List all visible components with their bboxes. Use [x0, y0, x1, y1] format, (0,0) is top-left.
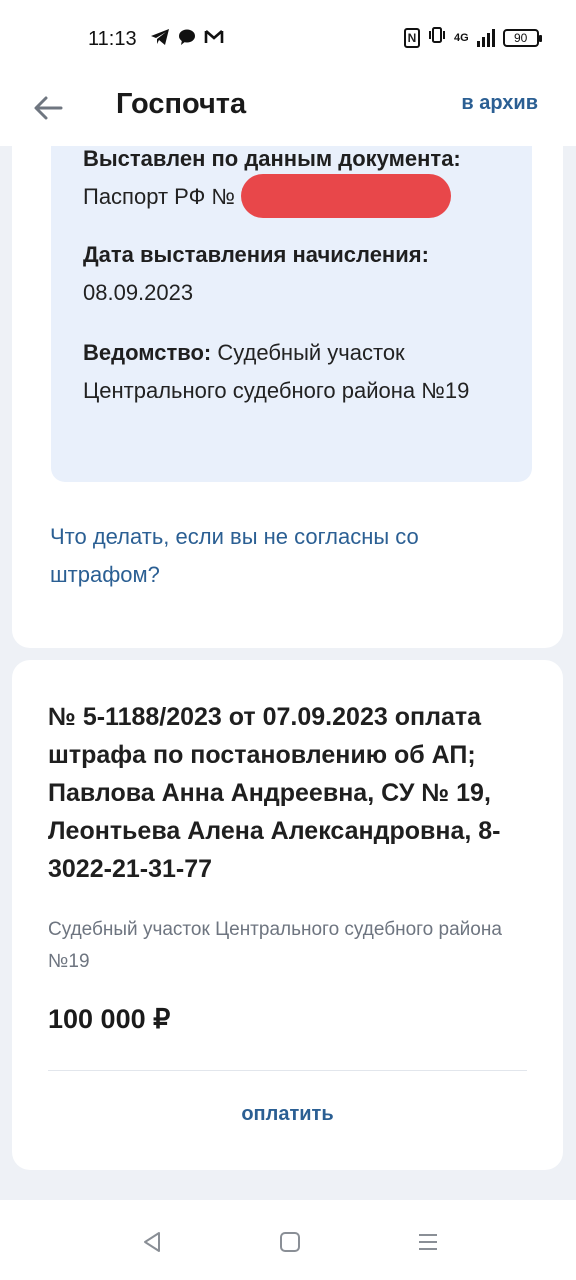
system-icons: N 4G 90 — [404, 26, 542, 49]
gmail-icon — [204, 29, 224, 50]
app-header: Госпочта в архив — [0, 74, 576, 146]
date-label: Дата выставления начисления: — [83, 242, 429, 267]
disagree-link[interactable]: Что делать, если вы не согласны со штраф… — [50, 518, 470, 594]
divider — [48, 1070, 527, 1071]
archive-button[interactable]: в архив — [461, 92, 538, 115]
fine-organization: Судебный участок Центрального судебного … — [48, 919, 502, 972]
system-nav-bar — [0, 1200, 576, 1280]
nav-back-button[interactable] — [132, 1228, 172, 1256]
notification-icons — [150, 28, 224, 51]
signal-icon — [476, 28, 495, 47]
date-value: 08.09.2023 — [83, 280, 194, 305]
menu-lines-icon — [419, 1234, 437, 1250]
status-time: 11:13 — [88, 28, 137, 50]
network-type: 4G — [454, 31, 469, 44]
battery-icon: 90 — [502, 28, 542, 47]
arrow-left-icon — [34, 96, 63, 120]
fine-title: № 5-1188/2023 от 07.09.2023 оплата штраф… — [48, 703, 501, 883]
agency-label: Ведомство: — [83, 340, 212, 365]
issued-by-label: Выставлен по данным документа: — [83, 146, 461, 171]
fine-details-card: Выставлен по данным документа: Паспорт Р… — [12, 146, 563, 648]
back-button[interactable] — [28, 88, 68, 128]
vibrate-icon — [428, 26, 446, 49]
page-title: Госпочта — [116, 88, 247, 120]
status-bar: 11:13 N 4G 90 — [0, 0, 576, 74]
pay-button[interactable]: оплатить — [12, 1090, 563, 1138]
nfc-icon: N — [404, 27, 420, 48]
nav-recents-button[interactable] — [408, 1228, 448, 1256]
fine-card: № 5-1188/2023 от 07.09.2023 оплата штраф… — [12, 660, 563, 1170]
nav-home-button[interactable] — [270, 1228, 310, 1256]
chat-bubble-icon — [178, 28, 196, 51]
square-home-icon — [280, 1232, 300, 1252]
document-info-box: Выставлен по данным документа: Паспорт Р… — [51, 146, 532, 482]
issue-date: Дата выставления начисления: 08.09.2023 — [83, 236, 523, 312]
agency: Ведомство: Судебный участок Центрального… — [83, 334, 503, 410]
fine-amount: 100 000 ₽ — [48, 1004, 171, 1034]
triangle-back-icon — [144, 1232, 160, 1252]
telegram-icon — [150, 28, 170, 51]
redaction-mark — [241, 174, 451, 218]
